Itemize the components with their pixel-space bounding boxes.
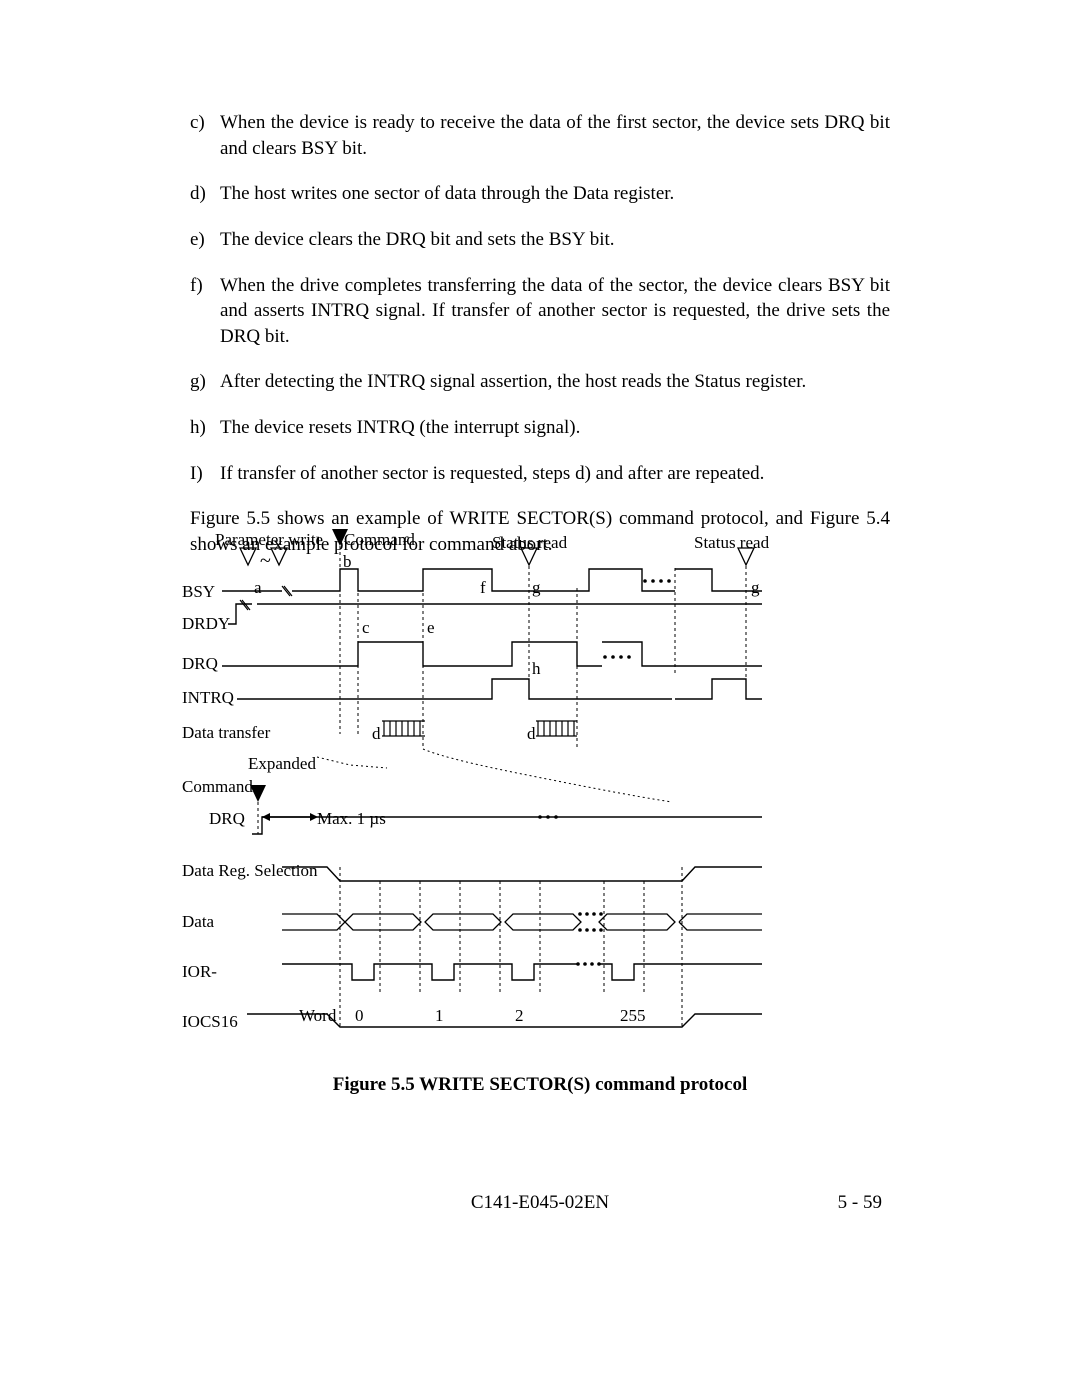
label-w2: 2 — [515, 1006, 524, 1026]
timing-diagram: Parameter write Command Status read Stat… — [182, 524, 892, 1034]
list-label: f) — [190, 273, 220, 350]
label-bsy: BSY — [182, 582, 215, 602]
list-item-h: h) The device resets INTRQ (the interrup… — [190, 415, 890, 441]
label-e: e — [427, 618, 435, 638]
label-d-1: d — [372, 724, 381, 744]
footer-doc-id: C141-E045-02EN — [0, 1192, 1080, 1214]
list-text: The device resets INTRQ (the interrupt s… — [220, 415, 890, 441]
list-label: c) — [190, 110, 220, 161]
list-text: If transfer of another sector is request… — [220, 461, 890, 487]
label-w0: 0 — [355, 1006, 364, 1026]
label-g-1: g — [532, 578, 541, 598]
label-status-read-1: Status read — [492, 533, 567, 553]
list-label: d) — [190, 181, 220, 207]
label-data-reg-sel: Data Reg. Selection — [182, 861, 318, 881]
label-command-top: Command — [344, 530, 415, 550]
label-d-2: d — [527, 724, 536, 744]
label-w255: 255 — [620, 1006, 646, 1026]
label-w1: 1 — [435, 1006, 444, 1026]
list-text: When the drive completes transferring th… — [220, 273, 890, 350]
label-drq-top: DRQ — [182, 654, 218, 674]
label-h: h — [532, 659, 541, 679]
label-drq-bot: DRQ — [209, 809, 245, 829]
list-label: I) — [190, 461, 220, 487]
list-item-e: e) The device clears the DRQ bit and set… — [190, 227, 890, 253]
label-parameter-write: Parameter write — [215, 530, 323, 550]
label-word: Word — [299, 1006, 336, 1026]
list-text: After detecting the INTRQ signal asserti… — [220, 369, 890, 395]
body-text: c) When the device is ready to receive t… — [190, 110, 890, 588]
list-item-i: I) If transfer of another sector is requ… — [190, 461, 890, 487]
list-label: g) — [190, 369, 220, 395]
footer-page-num: 5 - 59 — [838, 1192, 882, 1214]
diagram-svg — [182, 524, 892, 1034]
list-text: The device clears the DRQ bit and sets t… — [220, 227, 890, 253]
label-a: a — [254, 578, 262, 598]
label-tilde: ~ — [260, 550, 271, 573]
label-g-2: g — [751, 578, 760, 598]
list-label: h) — [190, 415, 220, 441]
label-c: c — [362, 618, 370, 638]
label-intrq: INTRQ — [182, 688, 234, 708]
list-text: When the device is ready to receive the … — [220, 110, 890, 161]
label-data: Data — [182, 912, 214, 932]
list-item-c: c) When the device is ready to receive t… — [190, 110, 890, 161]
label-max: Max. 1 µs — [317, 809, 386, 829]
label-iocs16: IOCS16 — [182, 1012, 238, 1032]
list-label: e) — [190, 227, 220, 253]
label-ior: IOR- — [182, 962, 217, 982]
label-b: b — [343, 552, 352, 572]
list-item-g: g) After detecting the INTRQ signal asse… — [190, 369, 890, 395]
label-expanded: Expanded — [248, 754, 316, 774]
label-f: f — [480, 578, 486, 598]
figure-caption: Figure 5.5 WRITE SECTOR(S) command proto… — [0, 1074, 1080, 1096]
label-command-bot: Command — [182, 777, 253, 797]
label-drdy: DRDY — [182, 614, 230, 634]
list-item-f: f) When the drive completes transferring… — [190, 273, 890, 350]
label-status-read-2: Status read — [694, 533, 769, 553]
list-item-d: d) The host writes one sector of data th… — [190, 181, 890, 207]
list-text: The host writes one sector of data throu… — [220, 181, 890, 207]
label-data-transfer: Data transfer — [182, 723, 270, 743]
